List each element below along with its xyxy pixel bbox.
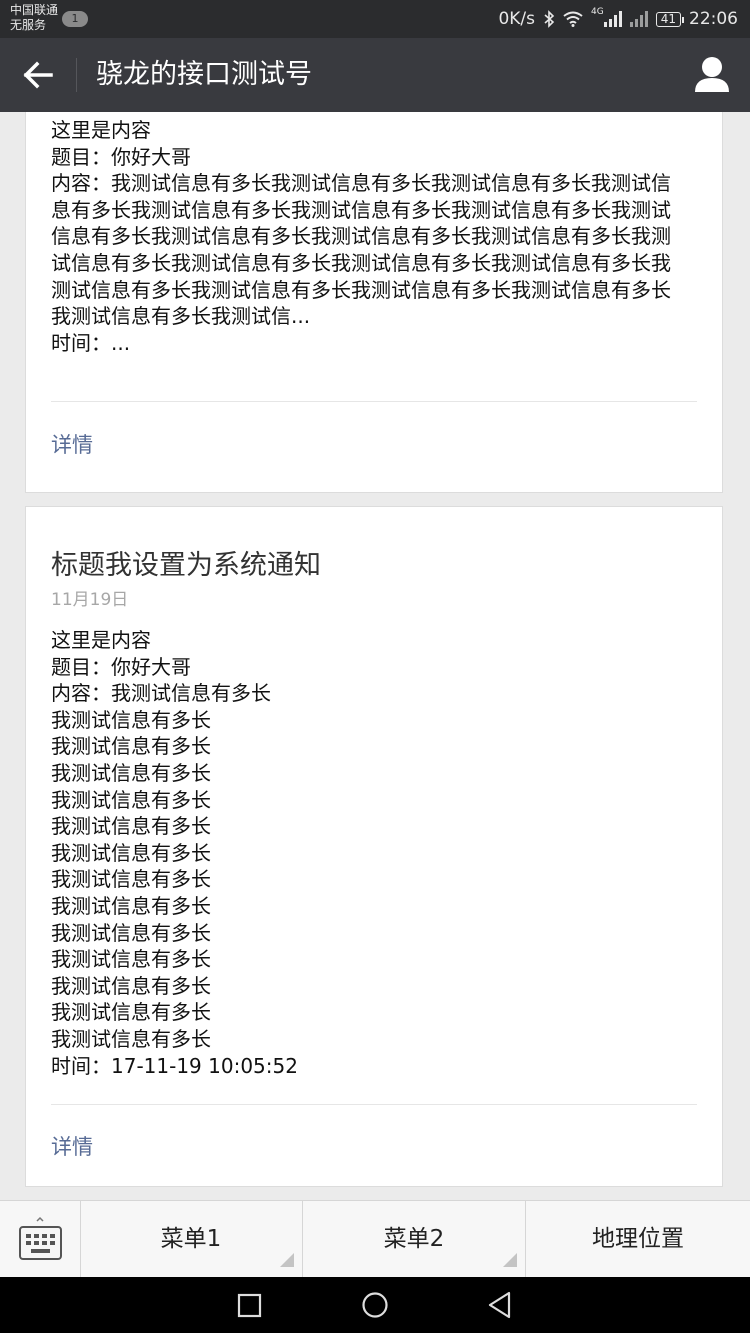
nav-divider [76,58,77,92]
body-line: 我测试信息有多长 [51,707,211,732]
recents-icon[interactable] [236,1289,264,1321]
body-line: 这里是内容 [51,118,151,142]
detail-divider [51,1104,697,1105]
page-title: 骁龙的接口测试号 [96,59,312,90]
top-nav-bar: 骁龙的接口测试号 [0,38,750,112]
back-button[interactable] [16,52,62,98]
bluetooth-icon [544,10,555,28]
submenu-indicator-icon [503,1253,517,1267]
body-line: 我测试信息有多长 [51,840,211,865]
home-icon[interactable] [360,1289,390,1321]
message-body: 这里是内容 题目：你好大哥 内容：我测试信息有多长 我测试信息有多长 我测试信息… [51,627,687,1079]
menu-item-2[interactable]: 菜单2 [303,1201,526,1277]
body-line: 内容：我测试信息有多长 [51,681,271,706]
carrier-info: 中国联通 无服务 [10,3,58,33]
body-line: 我测试信息有多长 [51,1026,211,1051]
detail-divider [51,401,697,402]
keyboard-icon [19,1216,62,1260]
body-line: 我测试信息有多长 [51,814,211,839]
signal-none-icon [629,11,648,27]
menu-item-location[interactable]: 地理位置 [526,1201,750,1277]
body-time-line: 时间：17-11-19 10:05:52 [51,1053,298,1078]
submenu-indicator-icon [280,1253,294,1267]
body-line: 我测试信息有多长 [51,973,211,998]
signal-icon [603,11,622,27]
body-line: 我测试信息有多长 [51,734,211,759]
body-content-paragraph: 内容：我测试信息有多长我测试信息有多长我测试信息有多长我测试信息有多长我测试信息… [51,171,671,329]
arrow-left-icon [23,61,53,89]
profile-button[interactable] [692,54,732,96]
body-line: 我测试信息有多长 [51,947,211,972]
body-line: 我测试信息有多长 [51,760,211,785]
custom-menu-bar: 菜单1 菜单2 地理位置 [0,1200,750,1277]
body-time-line: 时间：... [51,330,131,355]
net-speed: 0K/s [498,9,536,29]
network-type: 4G [591,7,604,17]
keyboard-toggle-button[interactable] [0,1201,81,1277]
service-status: 无服务 [10,18,47,32]
person-icon [695,57,729,92]
body-line: 这里是内容 [51,628,151,652]
system-nav-bar [0,1277,750,1333]
menu-item-label: 菜单1 [160,1226,222,1252]
battery-indicator: 41 [655,11,685,27]
detail-link[interactable]: 详情 [51,429,93,459]
message-body: 这里是内容 题目：你好大哥 内容：我测试信息有多长我测试信息有多长我测试信息有多… [51,117,687,356]
back-nav-icon[interactable] [486,1289,514,1321]
menu-item-label: 地理位置 [592,1226,684,1252]
body-line: 题目：你好大哥 [51,144,191,169]
body-line: 我测试信息有多长 [51,920,211,945]
carrier-name: 中国联通 [10,3,59,17]
detail-link[interactable]: 详情 [51,1131,93,1161]
status-indicators: 0K/s 4G 41 22:06 [498,0,738,38]
body-line: 我测试信息有多长 [51,893,211,918]
message-title: 标题我设置为系统通知 [51,550,321,581]
menu-item-label: 菜单2 [383,1226,445,1252]
wifi-icon [563,11,583,27]
menu-item-1[interactable]: 菜单1 [80,1201,303,1277]
body-line: 我测试信息有多长 [51,787,211,812]
message-list[interactable]: 这里是内容 题目：你好大哥 内容：我测试信息有多长我测试信息有多长我测试信息有多… [0,112,750,1200]
body-line: 我测试信息有多长 [51,867,211,892]
message-card: 这里是内容 题目：你好大哥 内容：我测试信息有多长我测试信息有多长我测试信息有多… [25,112,723,493]
message-card: 标题我设置为系统通知 11月19日 这里是内容 题目：你好大哥 内容：我测试信息… [25,506,723,1187]
status-bar: 中国联通 无服务 1 0K/s 4G 41 22:06 [0,0,750,38]
message-date: 11月19日 [51,590,129,610]
body-line: 题目：你好大哥 [51,654,191,679]
clock: 22:06 [689,9,738,29]
body-line: 我测试信息有多长 [51,1000,211,1025]
notification-badge: 1 [62,11,88,27]
